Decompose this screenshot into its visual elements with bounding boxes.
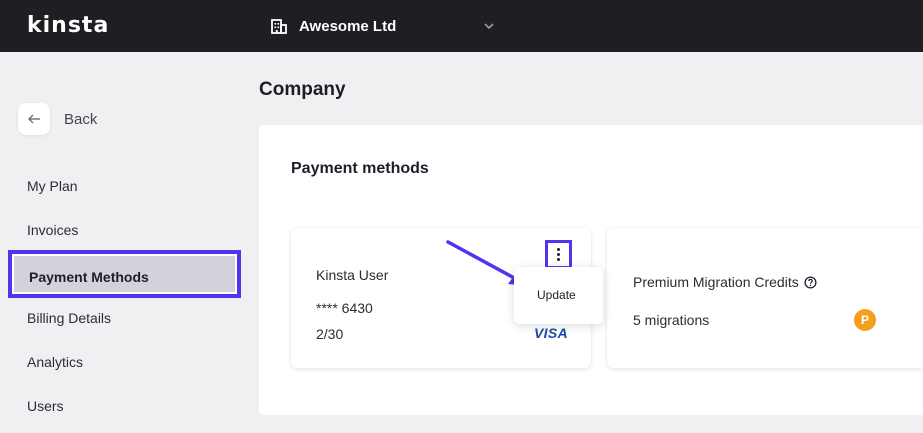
- arrow-left-icon: [28, 114, 40, 124]
- chevron-down-icon: [484, 23, 494, 30]
- card-expiry: 2/30: [316, 326, 344, 342]
- sidebar-item-analytics[interactable]: Analytics: [27, 354, 83, 370]
- top-bar: kinsta Awesome Ltd: [0, 0, 923, 52]
- sidebar-item-my-plan[interactable]: My Plan: [27, 178, 78, 194]
- card-holder-name: Kinsta User: [316, 267, 389, 283]
- sidebar-item-payment-methods[interactable]: Payment Methods: [8, 250, 241, 298]
- page-title: Company: [259, 79, 346, 100]
- migration-credits-label: Premium Migration Credits: [633, 274, 799, 290]
- migration-count: 5 migrations: [633, 312, 710, 328]
- kinsta-logo[interactable]: kinsta: [27, 13, 109, 38]
- company-name: Awesome Ltd: [299, 17, 397, 35]
- company-switcher[interactable]: Awesome Ltd: [270, 14, 496, 38]
- kebab-dot: [557, 258, 560, 261]
- kebab-dot: [557, 248, 560, 251]
- migration-credits-title: Premium Migration Credits: [633, 274, 817, 290]
- building-icon: [271, 19, 287, 34]
- card-number: **** 6430: [316, 300, 373, 316]
- sidebar-item-billing-details[interactable]: Billing Details: [27, 310, 111, 326]
- sidebar-active-background: Payment Methods: [12, 254, 237, 294]
- card-options-menu: Update: [514, 267, 603, 324]
- sidebar-item-invoices[interactable]: Invoices: [27, 222, 78, 238]
- back-label[interactable]: Back: [64, 111, 97, 128]
- migration-credits-card: Premium Migration Credits 5 migrations P: [607, 228, 923, 368]
- premium-badge: P: [854, 309, 876, 331]
- menu-item-update[interactable]: Update: [537, 288, 576, 302]
- section-title: Payment methods: [291, 160, 429, 177]
- sidebar-item-users[interactable]: Users: [27, 398, 64, 414]
- kebab-dot: [557, 253, 560, 256]
- card-options-button[interactable]: [545, 240, 572, 269]
- help-icon[interactable]: [804, 275, 817, 289]
- back-button[interactable]: [18, 103, 50, 135]
- visa-logo: VISA: [534, 325, 568, 341]
- sidebar-item-label: Payment Methods: [29, 269, 149, 285]
